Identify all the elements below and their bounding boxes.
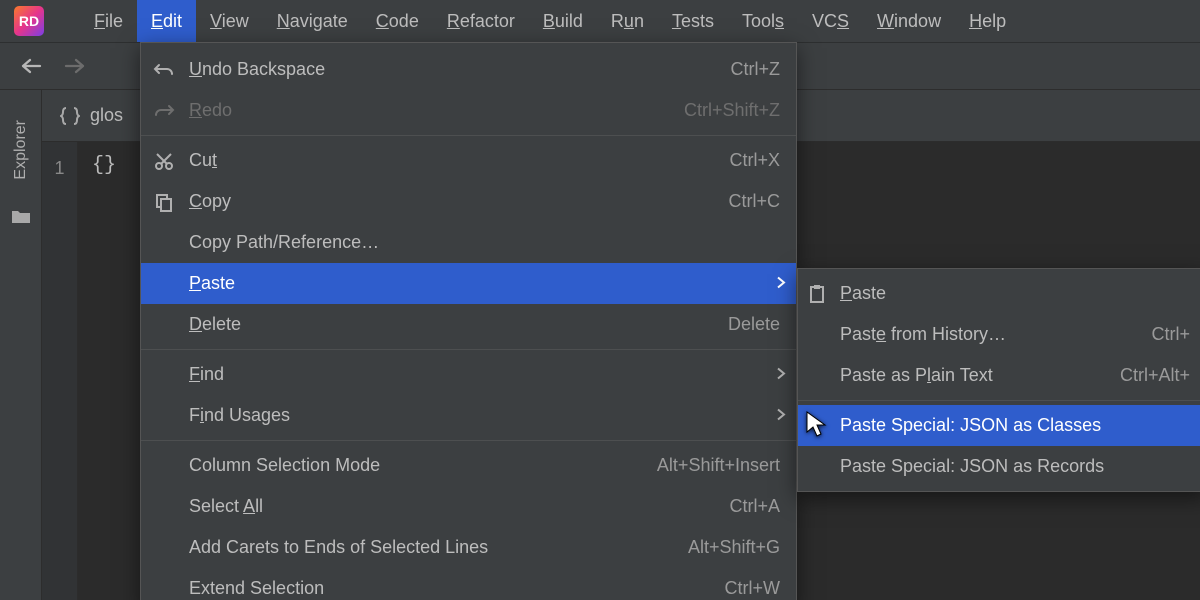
menu-redo: Redo Ctrl+Shift+Z [141, 90, 796, 131]
menu-cut[interactable]: Cut Ctrl+X [141, 140, 796, 181]
menu-copy[interactable]: Copy Ctrl+C [141, 181, 796, 222]
explorer-tool-button[interactable]: Explorer [12, 120, 30, 180]
app-icon: RD [14, 6, 44, 36]
clipboard-icon [806, 283, 828, 305]
menu-select-all[interactable]: Select All Ctrl+A [141, 486, 796, 527]
menu-vcs[interactable]: VCS [798, 0, 863, 42]
menubar: RD File Edit View Navigate Code Refactor… [0, 0, 1200, 42]
copy-icon [153, 191, 175, 213]
undo-icon [153, 59, 175, 81]
chevron-right-icon [776, 405, 786, 426]
separator [141, 349, 796, 350]
menu-window[interactable]: Window [863, 0, 955, 42]
editor-tab-label[interactable]: glos [90, 105, 123, 126]
menu-edit[interactable]: Edit [137, 0, 196, 42]
nav-back-button[interactable] [20, 55, 42, 77]
menu-refactor[interactable]: Refactor [433, 0, 529, 42]
menu-undo[interactable]: Undo Backspace Ctrl+Z [141, 49, 796, 90]
menu-column-selection[interactable]: Column Selection Mode Alt+Shift+Insert [141, 445, 796, 486]
menu-code[interactable]: Code [362, 0, 433, 42]
paste-submenu: Paste Paste from History… Ctrl+ Paste as… [797, 268, 1200, 492]
line-number: 1 [42, 158, 77, 179]
chevron-right-icon [776, 364, 786, 385]
edit-dropdown: Undo Backspace Ctrl+Z Redo Ctrl+Shift+Z … [140, 42, 797, 600]
chevron-right-icon [776, 273, 786, 294]
menu-copy-path[interactable]: Copy Path/Reference… [141, 222, 796, 263]
separator [141, 135, 796, 136]
menu-help[interactable]: Help [955, 0, 1020, 42]
submenu-paste-history[interactable]: Paste from History… Ctrl+ [798, 314, 1200, 355]
menu-find[interactable]: Find [141, 354, 796, 395]
editor-text: {} [92, 154, 116, 177]
menu-extend-selection[interactable]: Extend Selection Ctrl+W [141, 568, 796, 600]
menu-tools[interactable]: Tools [728, 0, 798, 42]
menu-build[interactable]: Build [529, 0, 597, 42]
line-gutter: 1 [42, 142, 78, 600]
menu-find-usages[interactable]: Find Usages [141, 395, 796, 436]
redo-icon [153, 100, 175, 122]
menu-view[interactable]: View [196, 0, 263, 42]
separator [798, 400, 1200, 401]
tool-strip: Explorer [0, 90, 42, 600]
menu-add-carets[interactable]: Add Carets to Ends of Selected Lines Alt… [141, 527, 796, 568]
menu-paste[interactable]: Paste [141, 263, 796, 304]
menu-delete[interactable]: Delete Delete [141, 304, 796, 345]
submenu-paste-json-records[interactable]: Paste Special: JSON as Records [798, 446, 1200, 487]
submenu-paste-plain[interactable]: Paste as Plain Text Ctrl+Alt+ [798, 355, 1200, 396]
submenu-paste-json-classes[interactable]: Paste Special: JSON as Classes [798, 405, 1200, 446]
json-file-icon [60, 105, 80, 127]
menu-file[interactable]: File [80, 0, 137, 42]
folder-icon[interactable] [11, 208, 31, 224]
separator [141, 440, 796, 441]
menu-run[interactable]: Run [597, 0, 658, 42]
scissors-icon [153, 150, 175, 172]
menu-navigate[interactable]: Navigate [263, 0, 362, 42]
submenu-paste[interactable]: Paste [798, 273, 1200, 314]
nav-forward-button[interactable] [64, 55, 86, 77]
menu-tests[interactable]: Tests [658, 0, 728, 42]
